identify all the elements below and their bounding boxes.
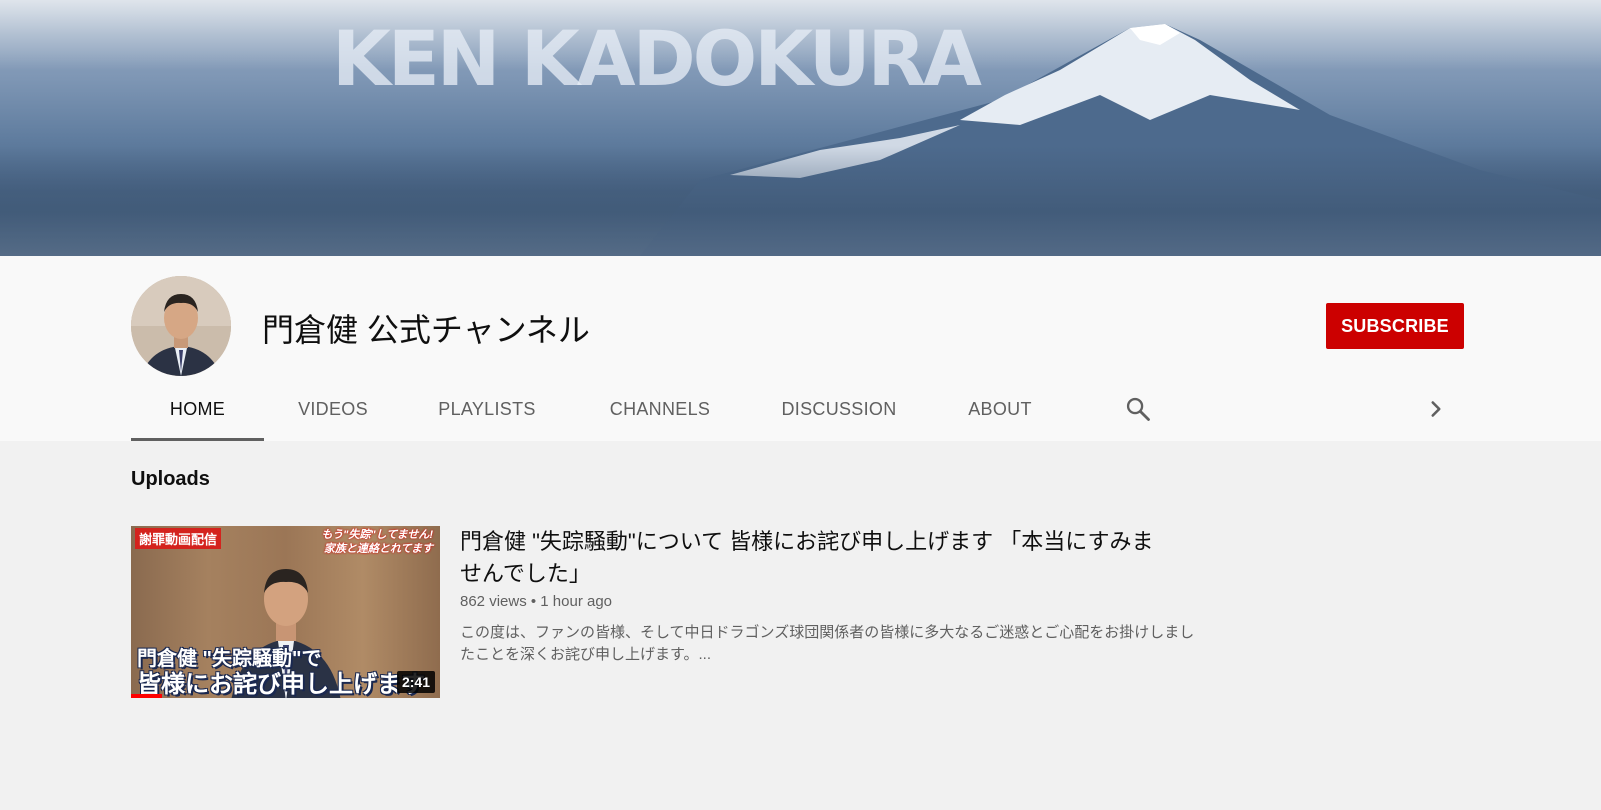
thumbnail-subtag-line2: 家族と連絡とれてます: [323, 543, 433, 555]
tab-about[interactable]: ABOUT: [959, 380, 1041, 438]
channel-tabs: HOME VIDEOS PLAYLISTS CHANNELS DISCUSSIO…: [131, 380, 1471, 441]
tab-channels[interactable]: CHANNELS: [599, 380, 721, 438]
thumbnail-caption-2: 皆様にお詫び申し上げます: [137, 671, 425, 698]
subscribe-button[interactable]: SUBSCRIBE: [1326, 303, 1464, 349]
channel-avatar[interactable]: [131, 276, 231, 376]
channel-header: 門倉健 公式チャンネル SUBSCRIBE HOME VIDEOS PLAYLI…: [0, 256, 1601, 441]
video-views: 862 views: [460, 593, 527, 610]
channel-banner: KEN KADOKURA: [0, 0, 1601, 256]
video-thumbnail[interactable]: 謝罪動画配信 もう"失踪"してません! 家族と連絡とれてます 門倉健 "失踪騒動…: [131, 526, 440, 698]
video-meta: 862 views • 1 hour ago: [460, 593, 612, 610]
search-icon[interactable]: [1124, 395, 1152, 423]
banner-title: KEN KADOKURA: [332, 14, 982, 103]
video-description: この度は、ファンの皆様、そして中日ドラゴンズ球団関係者の皆様に多大なるご迷惑とご…: [460, 624, 1195, 663]
thumbnail-tag: 謝罪動画配信: [135, 528, 222, 549]
watch-progress-bar: [131, 694, 162, 698]
section-title: Uploads: [131, 468, 210, 490]
tab-home[interactable]: HOME: [131, 380, 264, 441]
meta-separator: •: [530, 593, 541, 610]
thumbnail-subtag: もう"失踪"してません! 家族と連絡とれてます: [311, 528, 433, 556]
banner-ground: [0, 146, 1601, 256]
chevron-right-icon[interactable]: [1423, 396, 1449, 422]
avatar-person-icon: [131, 276, 231, 376]
video-duration: 2:41: [396, 671, 435, 693]
video-title[interactable]: 門倉健 "失踪騒動"について 皆様にお詫び申し上げます 「本当にすみませんでした…: [460, 526, 1160, 590]
channel-name: 門倉健 公式チャンネル: [262, 312, 590, 348]
tab-playlists[interactable]: PLAYLISTS: [431, 380, 543, 438]
uploads-section: Uploads 謝罪動画配信 もう"失踪"してません! 家族と連絡とれてます 門…: [0, 441, 1601, 810]
tab-videos[interactable]: VIDEOS: [291, 380, 375, 438]
thumbnail-subtag-line1: もう"失踪"してません!: [321, 529, 433, 541]
tab-discussion[interactable]: DISCUSSION: [775, 380, 903, 438]
video-age: 1 hour ago: [540, 593, 613, 610]
video-item: 謝罪動画配信 もう"失踪"してません! 家族と連絡とれてます 門倉健 "失踪騒動…: [131, 526, 1211, 706]
